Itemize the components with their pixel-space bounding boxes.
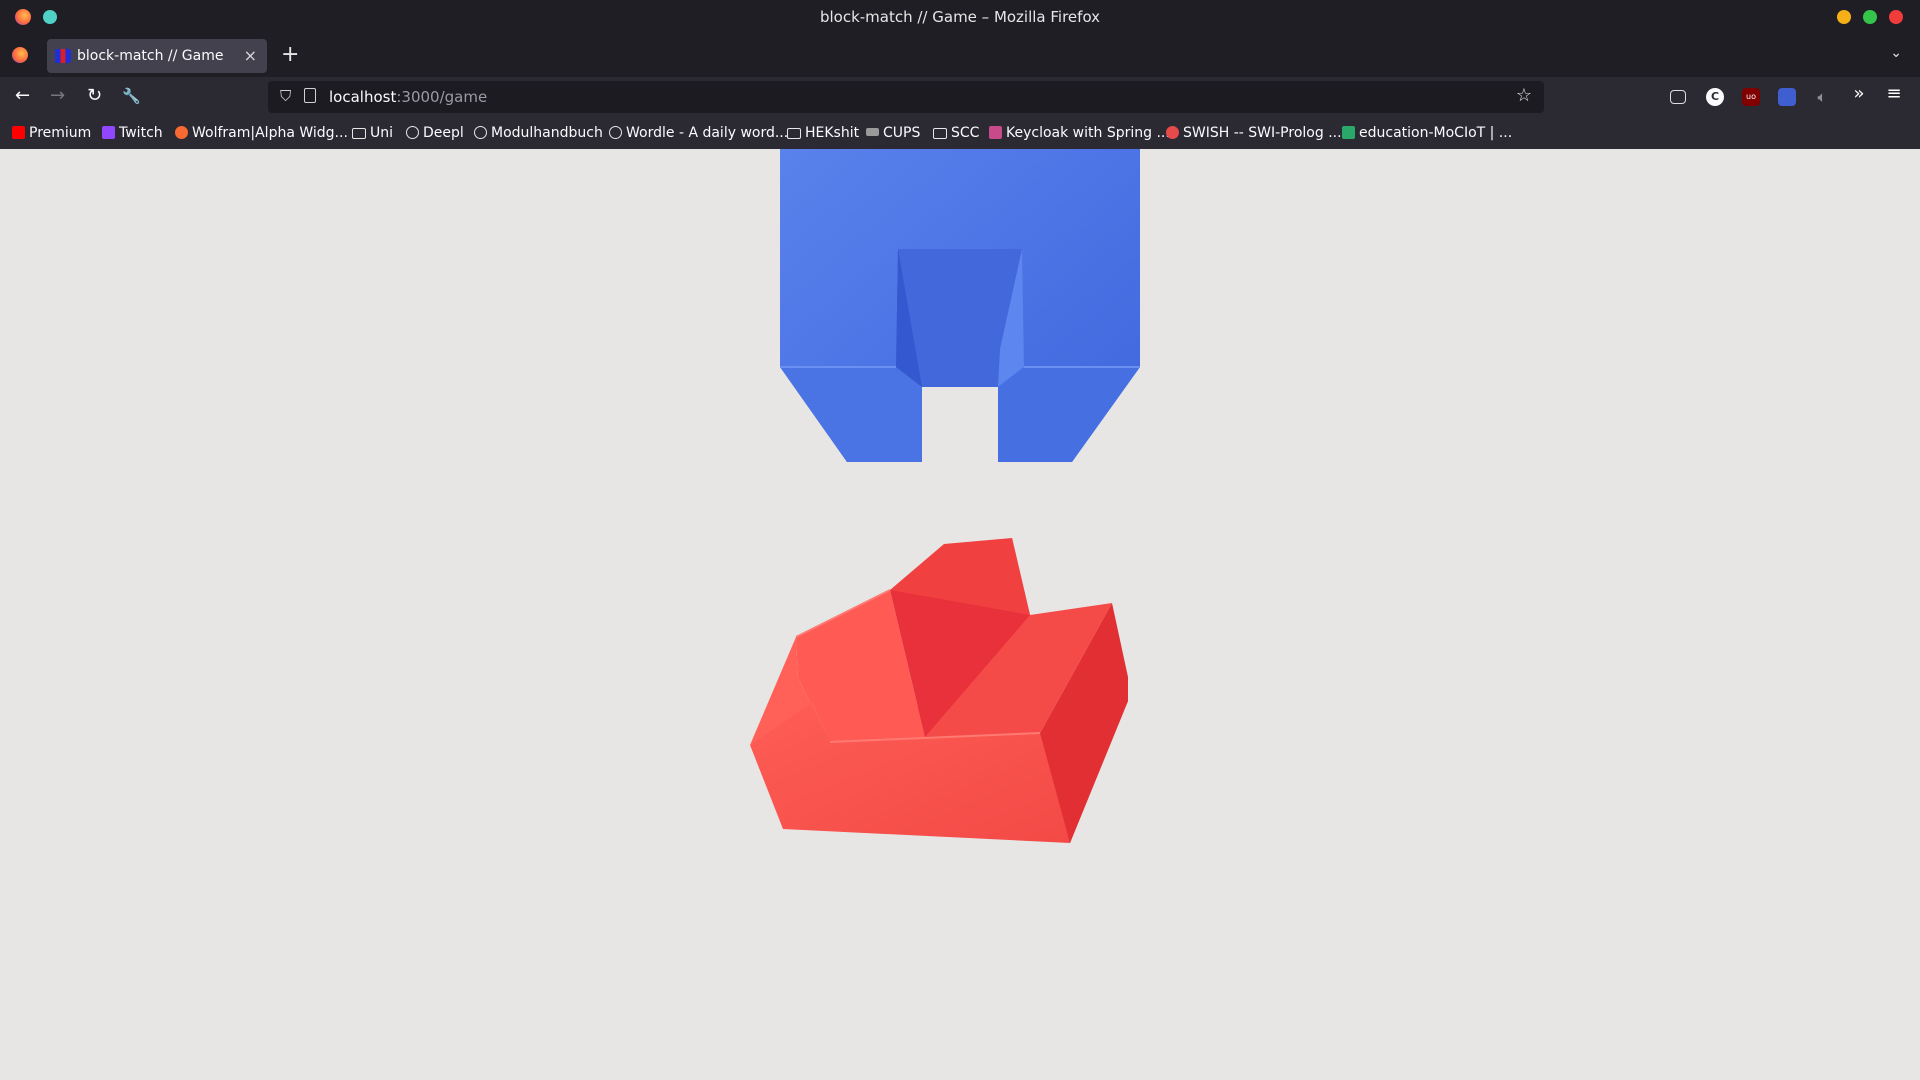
bookmark-wordle[interactable]: Wordle - A daily word... (609, 125, 788, 141)
firefox-view-icon[interactable] (12, 47, 28, 63)
cups-icon (866, 128, 879, 136)
tracking-protection-shield-icon[interactable]: ⛉ (280, 87, 291, 105)
maximize-button[interactable] (1863, 10, 1877, 24)
globe-icon (406, 126, 419, 139)
youtube-icon (12, 126, 25, 139)
page-info-icon[interactable] (304, 88, 316, 103)
red-block[interactable] (750, 538, 1128, 843)
bookmark-modulhandbuch[interactable]: Modulhandbuch (474, 125, 603, 141)
tab-label: block-match // Game (77, 48, 224, 64)
folder-icon (933, 128, 947, 139)
folder-icon (787, 128, 801, 139)
url-path: :3000/game (396, 88, 488, 106)
folder-icon (352, 128, 366, 139)
tab-block-match-game[interactable]: block-match // Game × (47, 39, 267, 73)
bookmarks-toolbar: Premium Twitch Wolfram|Alpha Widg... Uni… (0, 119, 1920, 149)
tab-close-icon[interactable]: × (244, 46, 257, 65)
bitwarden-icon[interactable] (1778, 88, 1796, 106)
extensions-overflow-icon[interactable]: » (1850, 85, 1868, 103)
url-text[interactable]: localhost:3000/game (329, 88, 487, 106)
bookmark-premium[interactable]: Premium (12, 125, 91, 141)
url-bar[interactable]: ⛉ localhost:3000/game ☆ (268, 81, 1544, 113)
back-button[interactable]: ← (15, 85, 30, 106)
ublock-origin-icon[interactable]: uo (1742, 88, 1760, 106)
bookmark-star-icon[interactable]: ☆ (1516, 85, 1532, 106)
reload-button[interactable]: ↻ (87, 85, 102, 106)
game-scene[interactable] (0, 149, 1920, 1080)
bookmark-hekshit[interactable]: HEKshit (787, 125, 859, 141)
bookmark-wolfram[interactable]: Wolfram|Alpha Widg... (175, 125, 348, 141)
close-window-button[interactable] (1889, 10, 1903, 24)
url-host: localhost (329, 88, 397, 106)
wolfram-icon (175, 126, 188, 139)
tools-wrench-icon[interactable]: 🔧 (122, 87, 141, 105)
bookmark-keycloak[interactable]: Keycloak with Spring ... (989, 125, 1170, 141)
list-all-tabs-chevron-down-icon[interactable]: ⌄ (1890, 45, 1902, 61)
app-menu-hamburger-icon[interactable]: ≡ (1885, 85, 1903, 103)
bookmark-education-mociot[interactable]: education-MoCIoT | ... (1342, 125, 1512, 141)
minimize-button[interactable] (1837, 10, 1851, 24)
bookmark-twitch[interactable]: Twitch (102, 125, 163, 141)
bookmark-uni[interactable]: Uni (352, 125, 393, 141)
new-tab-button[interactable]: + (281, 42, 299, 67)
tab-favicon-icon (55, 49, 71, 63)
bookmark-scc[interactable]: SCC (933, 125, 979, 141)
globe-icon (474, 126, 487, 139)
keycloak-icon (989, 126, 1002, 139)
pocket-icon[interactable] (1670, 90, 1686, 104)
forward-button[interactable]: → (50, 85, 65, 106)
bookmark-deepl[interactable]: Deepl (406, 125, 464, 141)
tab-bar: block-match // Game × + ⌄ (0, 33, 1920, 77)
twitch-icon (102, 126, 115, 139)
speaker-icon[interactable]: 🔈︎ (1813, 88, 1831, 106)
bookmark-cups[interactable]: CUPS (866, 125, 920, 141)
swish-icon (1166, 126, 1179, 139)
window-titlebar: block-match // Game – Mozilla Firefox (0, 0, 1920, 33)
blue-block[interactable] (780, 149, 1140, 462)
window-title: block-match // Game – Mozilla Firefox (819, 8, 1101, 26)
bookmark-swish[interactable]: SWISH -- SWI-Prolog ... (1166, 125, 1342, 141)
grammar-extension-icon[interactable]: C (1706, 88, 1724, 106)
game-canvas[interactable] (0, 149, 1920, 1080)
globe-icon (609, 126, 622, 139)
chart-icon (1342, 126, 1355, 139)
navigation-toolbar: ← → ↻ 🔧 ⛉ localhost:3000/game ☆ C uo 🔈︎ … (0, 77, 1920, 119)
